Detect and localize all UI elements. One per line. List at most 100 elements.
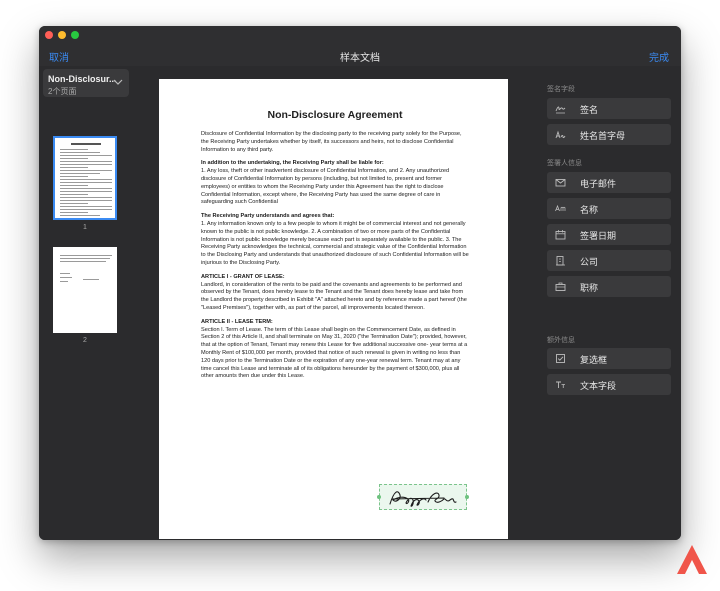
field-label: 签署日期 (580, 231, 617, 241)
page-content: Non-Disclosure Agreement Disclosure of C… (201, 109, 469, 387)
thumbnail-text-line (60, 261, 106, 262)
resize-handle-right[interactable] (465, 495, 469, 499)
email-icon (555, 179, 566, 187)
field-label: 签名 (580, 105, 599, 115)
brand-logo-icon (677, 545, 707, 574)
document-paragraph: In addition to the undertaking, the Rece… (201, 160, 469, 207)
document-paragraph: Disclosure of Confidential Information b… (201, 131, 469, 154)
thumbnail-text-line (60, 200, 112, 201)
app-window: 取消 样本文档 完成 Non-Disclosur... 2个页面 1 2 Non… (39, 26, 681, 540)
thumbnail-text-line (60, 182, 112, 183)
page-thumbnail-number: 2 (83, 337, 87, 344)
page-sidebar: Non-Disclosur... 2个页面 1 2 (39, 66, 131, 540)
checkbox-field-button[interactable]: 复选框 (547, 348, 671, 369)
handwritten-signature (389, 491, 457, 507)
document-selector[interactable]: Non-Disclosur... 2个页面 (43, 69, 129, 97)
page-count: 2个页面 (48, 87, 77, 96)
done-button[interactable]: 完成 (649, 49, 669, 64)
thumbnail-text-line (60, 194, 88, 195)
paragraph-heading: ARTICLE I - GRANT OF LEASE: (201, 273, 285, 280)
thumbnail-text-line (60, 209, 112, 210)
field-label: 公司 (580, 257, 599, 267)
thumbnail-text-line (60, 152, 100, 153)
signature-icon (555, 106, 566, 114)
document-paragraph: ARTICLE I - GRANT OF LEASE: Landlord, in… (201, 274, 469, 313)
thumbnail-text-line (60, 155, 112, 156)
date-signed-field-button[interactable]: 签署日期 (547, 224, 671, 245)
document-page: Non-Disclosure Agreement Disclosure of C… (159, 79, 508, 539)
document-name: Non-Disclosur... (48, 74, 117, 84)
title-field-button[interactable]: 职称 (547, 276, 671, 297)
checkbox-icon (556, 354, 565, 363)
paragraph-text: Section l. Term of Lease. The term of th… (201, 326, 468, 380)
thumbnail-text-line (60, 191, 112, 192)
thumbnail-text-line (60, 212, 88, 213)
minimize-window-button[interactable] (58, 31, 66, 39)
paragraph-heading: The Receiving Party understands and agre… (201, 213, 335, 220)
briefcase-icon (555, 282, 566, 291)
signature-field[interactable] (377, 484, 469, 510)
thumbnail-text-line (60, 281, 68, 282)
resize-handle-left[interactable] (377, 495, 381, 499)
thumbnail-text-line (60, 203, 88, 204)
thumbnail-text-line (60, 179, 112, 180)
paragraph-text: Landlord, in consideration of the rents … (201, 281, 467, 311)
page-thumbnail-1[interactable] (53, 136, 117, 220)
field-label: 文本字段 (580, 381, 617, 391)
company-field-button[interactable]: 公司 (547, 250, 671, 271)
thumbnail-text-line (71, 143, 101, 145)
field-label: 复选框 (580, 355, 608, 365)
field-label: 电子邮件 (580, 179, 617, 189)
title-bar: 取消 样本文档 完成 (39, 26, 681, 66)
thumbnail-text-line (60, 164, 112, 165)
window-title: 样本文档 (340, 53, 380, 64)
thumbnail-text-line (60, 273, 70, 274)
text-field-button[interactable]: 文本字段 (547, 374, 671, 395)
thumbnail-text-line (60, 197, 112, 198)
initials-field-button[interactable]: 姓名首字母 (547, 124, 671, 145)
thumbnail-text-line (60, 258, 110, 259)
email-field-button[interactable]: 电子邮件 (547, 172, 671, 193)
chevron-down-icon (113, 79, 123, 85)
document-paragraph: ARTICLE II - LEASE TERM: Section l. Term… (201, 319, 469, 381)
section-label-signature: 签名字段 (547, 86, 575, 93)
zoom-window-button[interactable] (71, 31, 79, 39)
thumbnail-text-line (60, 215, 100, 216)
thumbnail-text-line (60, 161, 112, 162)
thumbnail-text-line (60, 277, 72, 278)
thumbnail-text-line (60, 167, 88, 168)
section-label-signer: 签署人信息 (547, 160, 582, 167)
field-label: 职称 (580, 283, 599, 293)
thumbnail-text-line (60, 170, 112, 171)
company-icon (556, 256, 565, 266)
initials-icon (555, 130, 566, 139)
date-icon (555, 230, 566, 240)
field-label: 名称 (580, 205, 599, 215)
thumbnail-text-line (60, 158, 88, 159)
thumbnail-text-line (60, 176, 88, 177)
thumbnail-text-line (60, 206, 112, 207)
thumbnail-text-line (60, 173, 100, 174)
close-window-button[interactable] (45, 31, 53, 39)
page-thumbnail-2[interactable] (53, 247, 117, 333)
name-icon (555, 204, 566, 212)
thumbnail-text-line (60, 188, 112, 189)
paragraph-heading: ARTICLE II - LEASE TERM: (201, 318, 273, 325)
document-heading: Non-Disclosure Agreement (267, 109, 403, 121)
document-canvas: Non-Disclosure Agreement Disclosure of C… (131, 66, 537, 540)
paragraph-text: 1. Any information known only to a few p… (201, 220, 469, 266)
fields-panel: 签名字段 签名 姓名首字母 签署人信息 电子邮件 名称 签署日期 公司 职称 额… (537, 66, 681, 540)
section-label-extra: 额外信息 (547, 337, 575, 344)
thumbnail-text-line (83, 279, 99, 280)
thumbnail-text-line (60, 149, 88, 150)
field-label: 姓名首字母 (580, 131, 626, 141)
name-field-button[interactable]: 名称 (547, 198, 671, 219)
thumbnail-text-line (60, 255, 112, 256)
paragraph-text: Disclosure of Confidential Information b… (201, 131, 462, 153)
thumbnail-text-line (60, 185, 88, 186)
document-paragraph: The Receiving Party understands and agre… (201, 213, 469, 268)
signature-field-button[interactable]: 签名 (547, 98, 671, 119)
page-thumbnail-number: 1 (83, 224, 87, 231)
paragraph-heading: In addition to the undertaking, the Rece… (201, 160, 384, 167)
text-field-icon (556, 381, 565, 388)
